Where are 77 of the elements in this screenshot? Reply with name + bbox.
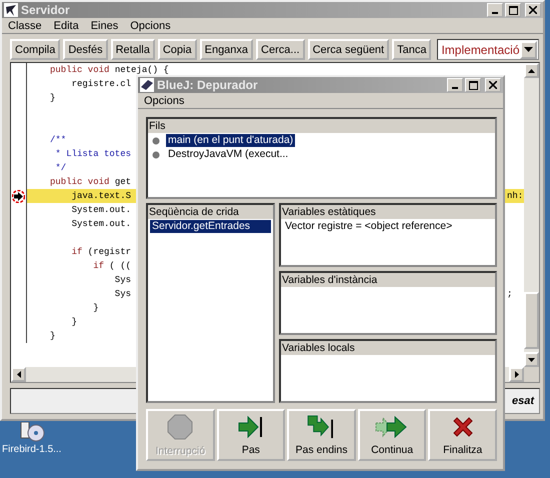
- menu-item[interactable]: Opcions: [144, 94, 184, 106]
- panel-header: Variables d'instància: [281, 273, 495, 287]
- code-line: public void neteja() {: [50, 64, 169, 76]
- menu-item[interactable]: Classe: [8, 20, 42, 32]
- scroll-thumb[interactable]: [524, 292, 539, 349]
- code-line: if (registr: [70, 246, 132, 258]
- code-line: System.out.: [70, 218, 132, 230]
- app-icon: [4, 3, 18, 17]
- panel-header: Variables locals: [281, 341, 495, 355]
- scroll-down-icon: [528, 358, 535, 362]
- toolbar-button[interactable]: Cerca següent: [308, 39, 390, 60]
- minimize-button[interactable]: [447, 78, 463, 92]
- code-line: }: [92, 302, 99, 314]
- app-icon: [140, 78, 154, 92]
- thread-dot-icon: [152, 150, 160, 158]
- toolbar-button[interactable]: Retalla: [110, 39, 155, 60]
- arrow-to-bar-icon: [238, 414, 264, 438]
- code-line: public void get: [50, 176, 132, 188]
- code-fragment: ;: [507, 288, 514, 300]
- maximize-icon: [468, 80, 478, 90]
- close-icon: [489, 81, 497, 89]
- stepped-arrow-icon: [307, 414, 336, 438]
- debug-button[interactable]: Pas endins: [287, 409, 356, 461]
- minimize-button[interactable]: [487, 3, 503, 17]
- toolbar-button[interactable]: Enganxa: [200, 39, 254, 60]
- panel-header: Fils: [148, 119, 495, 133]
- debug-button[interactable]: Finalitza: [428, 409, 497, 461]
- code-line: System.out.: [70, 204, 132, 216]
- code-line: }: [70, 316, 78, 328]
- panel-header: Variables estàtiques: [281, 205, 495, 219]
- toolbar-button[interactable]: Desfés: [63, 39, 108, 60]
- status-text: esat: [512, 395, 534, 407]
- code-line: */: [54, 162, 66, 174]
- code-line: registre.cl: [70, 78, 132, 90]
- maximize-button[interactable]: [465, 78, 481, 92]
- thread-item[interactable]: DestroyJavaVM (execut...: [166, 148, 290, 161]
- window-title: BlueJ: Depurador: [157, 78, 258, 92]
- code-line: Sys: [114, 274, 132, 286]
- debug-button[interactable]: Continua: [358, 409, 426, 461]
- thread-dot-icon: [152, 136, 160, 144]
- toolbar-button[interactable]: Cerca...: [256, 39, 305, 60]
- disc-icon[interactable]: [18, 422, 45, 442]
- scroll-right-icon: [514, 371, 518, 378]
- maximize-button[interactable]: [505, 3, 521, 17]
- code-line: }: [50, 330, 56, 342]
- window-title: Servidor: [21, 3, 70, 17]
- vertical-scrollbar[interactable]: [524, 63, 539, 367]
- view-dropdown[interactable]: Implementació: [437, 39, 539, 60]
- code-line: if ( ((: [92, 260, 132, 272]
- desktop-icon-label[interactable]: Firebird-1.5...: [2, 444, 62, 455]
- code-line: /**: [50, 134, 66, 146]
- cross-icon: [450, 414, 475, 438]
- panel-header: Seqüència de crida: [148, 205, 273, 219]
- close-button[interactable]: [485, 78, 501, 92]
- variable-item[interactable]: Vector registre = <object reference>: [283, 220, 454, 233]
- toolbar-button[interactable]: Copia: [158, 39, 197, 60]
- code-line: java.text.S: [70, 190, 132, 202]
- stop-sign-icon: [167, 414, 194, 440]
- close-icon: [529, 6, 537, 14]
- menu-item[interactable]: Edita: [54, 20, 79, 32]
- double-arrow-icon: [375, 414, 410, 438]
- menu-item[interactable]: Opcions: [130, 20, 171, 32]
- code-line: * Llista totes: [54, 148, 132, 160]
- toolbar-button[interactable]: Compila: [10, 39, 60, 60]
- code-fragment: nh:: [507, 190, 524, 202]
- scroll-left-icon: [16, 371, 20, 378]
- toolbar-button[interactable]: Tanca: [392, 39, 432, 60]
- call-item[interactable]: Servidor.getEntrades: [150, 220, 271, 233]
- code-line: Sys: [114, 288, 132, 300]
- thread-item[interactable]: main (en el punt d'aturada): [166, 134, 296, 147]
- maximize-icon: [508, 6, 518, 14]
- dropdown-arrow-icon: [524, 47, 533, 52]
- close-button[interactable]: [525, 3, 541, 17]
- menu-item[interactable]: Eines: [90, 20, 118, 32]
- code-line: }: [50, 92, 56, 104]
- debug-button[interactable]: Pas: [216, 409, 286, 461]
- scroll-up-icon: [528, 68, 535, 72]
